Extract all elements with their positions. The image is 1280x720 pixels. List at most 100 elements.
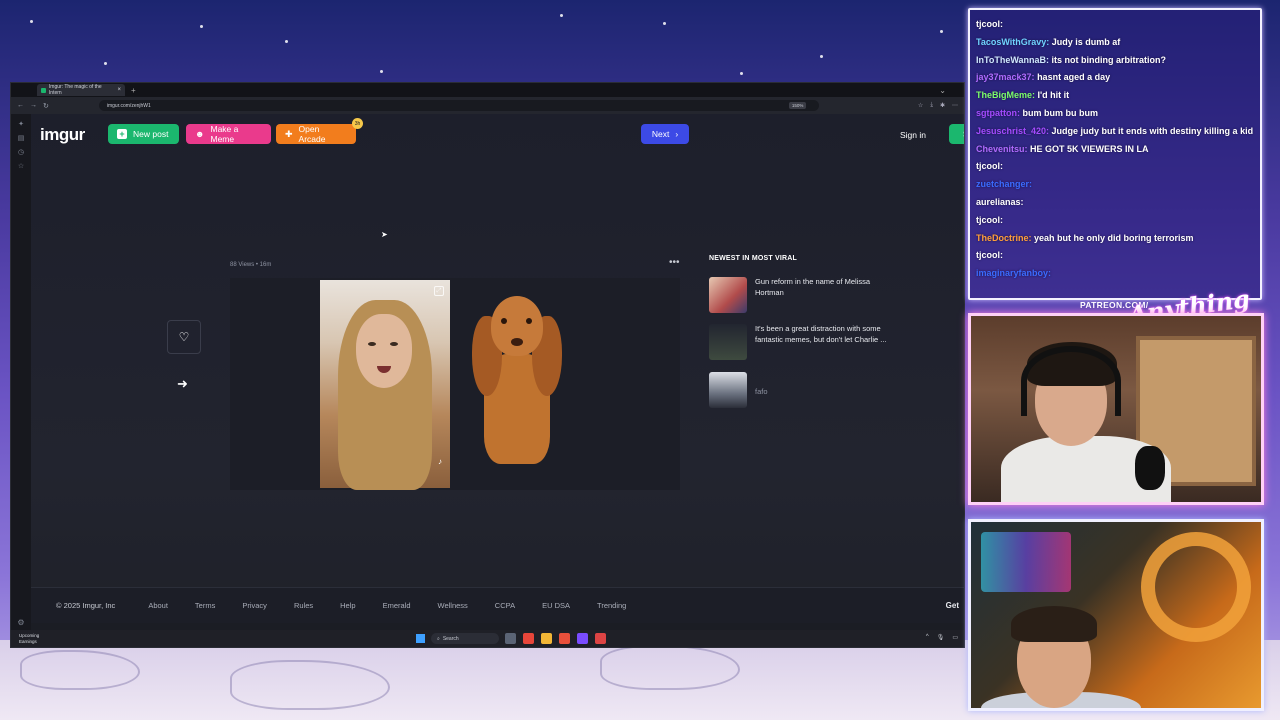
url-text: imgur.com/zenjhW1 (106, 102, 151, 109)
open-arcade-button[interactable]: ✚ Open Arcade 3h (276, 118, 363, 144)
back-icon[interactable]: ← (17, 102, 24, 109)
chevron-right-icon: › (675, 129, 679, 139)
chat-message: jay37mack37: hasnt aged a day (976, 71, 1254, 84)
chat-username: TheBigMeme: (976, 90, 1038, 101)
post-media: ⤢ ♪ (230, 278, 680, 490)
viral-thumbnail (709, 324, 747, 360)
post-options-icon[interactable]: ••• (669, 257, 680, 268)
chat-username: zuetchanger: (976, 179, 1033, 190)
viral-item[interactable]: It's been a great distraction with some … (709, 324, 887, 360)
footer-link-help[interactable]: Help (340, 601, 355, 610)
chat-text: yeah but he only did boring terrorism (1034, 232, 1194, 243)
zoom-badge[interactable]: 150% (788, 102, 807, 109)
chat-message: imaginaryfanboy: (976, 267, 1254, 280)
get-app-link[interactable]: Get (946, 601, 959, 610)
new-post-label: New post (133, 129, 169, 139)
tab-list-chevron-icon[interactable]: ⌄ (939, 86, 946, 95)
close-tab-icon[interactable]: × (117, 87, 121, 93)
heart-icon[interactable]: ♡ (167, 320, 201, 354)
post-image-dog[interactable] (458, 294, 576, 474)
footer-link-ccpa[interactable]: CCPA (495, 601, 515, 610)
chat-message: tjcool: (976, 18, 1254, 31)
chat-username: aurelianas: (976, 196, 1024, 207)
file-explorer-icon[interactable] (541, 633, 552, 644)
footer-link-about[interactable]: About (148, 601, 168, 610)
next-post-button[interactable]: Next › (641, 124, 689, 144)
footer-link-emerald[interactable]: Emerald (383, 601, 411, 610)
viral-item[interactable]: fafo (709, 372, 887, 408)
copyright: © 2025 Imgur, Inc (56, 601, 116, 610)
widget-line1: Upcoming (19, 633, 40, 638)
tray-chevron-icon[interactable]: ^ (926, 634, 929, 641)
address-bar: ← → ↻ imgur.com/zenjhW1 150% ☆ ⤓ ✱ ⋯ (11, 97, 964, 114)
sign-up-button[interactable]: S (949, 124, 964, 144)
footer-link-rules[interactable]: Rules (294, 601, 313, 610)
chat-message: zuetchanger: (976, 178, 1254, 191)
footer-link-eu-dsa[interactable]: EU DSA (542, 601, 570, 610)
address-bar-actions: ☆ ⤓ ✱ ⋯ (918, 102, 958, 109)
plus-icon: + (117, 129, 127, 139)
bookmark-star-icon[interactable]: ☆ (918, 102, 923, 109)
windows-start-icon[interactable] (416, 634, 425, 643)
post-image-woman[interactable]: ⤢ ♪ (320, 280, 450, 490)
new-tab-icon[interactable]: + (131, 86, 136, 95)
viral-item[interactable]: Gun reform in the name of Melissa Hortma… (709, 277, 887, 313)
url-field[interactable]: imgur.com/zenjhW1 (98, 100, 819, 111)
tab-bar: Imgur: The magic of the Intern × + ⌄ (11, 83, 964, 97)
chat-text: bum bum bu bum (1022, 107, 1099, 118)
taskbar-apps (505, 633, 606, 644)
chat-username: tjcool: (976, 161, 1003, 172)
browser-tab[interactable]: Imgur: The magic of the Intern × (37, 84, 125, 96)
footer-link-terms[interactable]: Terms (195, 601, 215, 610)
footer-link-trending[interactable]: Trending (597, 601, 626, 610)
app-icon[interactable] (523, 633, 534, 644)
chat-message: TacosWithGravy: Judy is dumb af (976, 36, 1254, 49)
chat-username: Jesuschrist_420: (976, 125, 1052, 136)
sidebar-copilot-icon[interactable]: ✦ (11, 120, 31, 128)
expand-icon[interactable]: ⤢ (434, 286, 444, 296)
sidebar-collections-icon[interactable]: ▤ (11, 134, 31, 142)
browser-window: Imgur: The magic of the Intern × + ⌄ ← →… (10, 82, 965, 648)
stream-chat: tjcool: TacosWithGravy: Judy is dumb af I… (968, 8, 1262, 300)
taskbar-search[interactable]: ⌕ Search (431, 633, 499, 644)
new-post-button[interactable]: + New post (108, 124, 179, 144)
footer-link-wellness[interactable]: Wellness (438, 601, 468, 610)
app-icon[interactable] (559, 633, 570, 644)
task-view-icon[interactable] (505, 633, 516, 644)
chat-username: tjcool: (976, 214, 1003, 225)
app-icon[interactable] (595, 633, 606, 644)
forward-icon[interactable]: → (30, 102, 37, 109)
app-icon[interactable] (577, 633, 588, 644)
sidebar-history-icon[interactable]: ◷ (11, 148, 31, 156)
viral-item-title: fafo (755, 387, 768, 396)
imgur-page: imgur + New post ☻ Make a Meme ✚ Open Ar… (31, 114, 964, 623)
site-footer: © 2025 Imgur, Inc About Terms Privacy Ru… (31, 587, 964, 623)
sidebar-settings-icon[interactable]: ⚙ (11, 618, 31, 627)
imgur-logo[interactable]: imgur (40, 125, 85, 145)
sidebar-favorites-icon[interactable]: ☆ (11, 162, 31, 170)
chat-username: sgtpatton: (976, 107, 1023, 118)
chat-message: sgtpatton: bum bum bu bum (976, 107, 1254, 120)
downloads-icon[interactable]: ⤓ (930, 102, 933, 109)
monitor-icon[interactable]: ▭ (952, 634, 958, 641)
viral-item-title: It's been a great distraction with some … (755, 324, 887, 344)
taskbar-widget[interactable]: Upcoming Earnings (19, 633, 39, 644)
sign-in-link[interactable]: Sign in (900, 130, 926, 140)
make-meme-button[interactable]: ☻ Make a Meme (186, 124, 271, 144)
chat-text: I'd hit it (1037, 90, 1070, 101)
arcade-badge: 3h (352, 118, 363, 129)
reload-icon[interactable]: ↻ (43, 102, 49, 110)
chat-username: tjcool: (976, 250, 1003, 261)
chat-text: hasnt aged a day (1037, 72, 1111, 83)
menu-icon[interactable]: ⋯ (952, 102, 958, 109)
chat-message: TheBigMeme: I'd hit it (976, 89, 1254, 102)
chat-username: TacosWithGravy: (976, 36, 1052, 47)
footer-link-privacy[interactable]: Privacy (242, 601, 267, 610)
share-arrow-icon[interactable]: ➜ (177, 376, 188, 392)
chat-username: jay37mack37: (976, 72, 1038, 83)
tiktok-watermark-icon: ♪ (438, 457, 442, 466)
extensions-icon[interactable]: ✱ (940, 102, 945, 109)
make-meme-label: Make a Meme (210, 124, 239, 144)
viral-item-title: Gun reform in the name of Melissa Hortma… (755, 277, 871, 297)
mic-icon[interactable]: 🎙 (937, 634, 945, 641)
